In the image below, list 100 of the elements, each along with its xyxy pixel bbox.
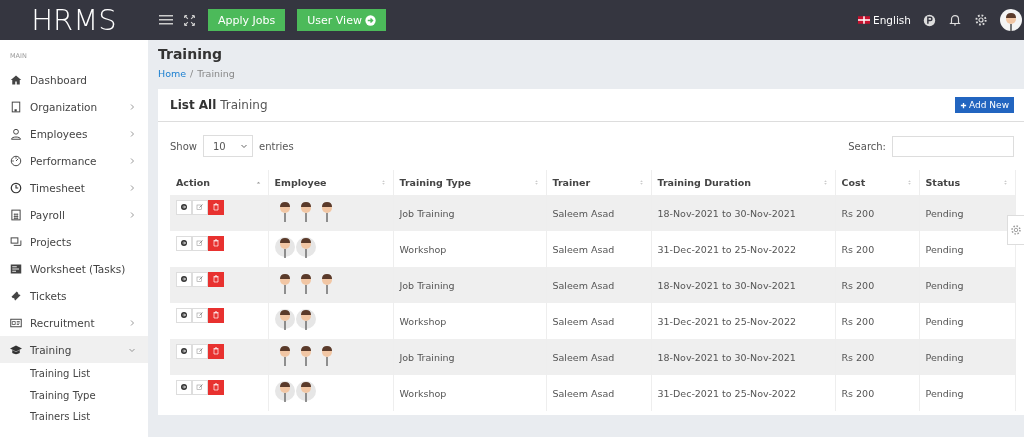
view-icon — [180, 203, 188, 211]
table-cell: Workshop — [399, 243, 447, 255]
table-cell: Rs 200 — [841, 387, 875, 399]
chevron-icon — [240, 142, 248, 150]
settings-tab[interactable] — [1007, 215, 1024, 245]
sidebar-item[interactable]: Payroll — [0, 201, 148, 228]
sidebar-item[interactable]: Performance — [0, 147, 148, 174]
table-cell: 18-Nov-2021 to 30-Nov-2021 — [657, 207, 796, 219]
delete-button[interactable] — [208, 307, 224, 323]
delete-button[interactable] — [208, 379, 224, 395]
delete-button[interactable] — [208, 199, 224, 215]
delete-button[interactable] — [208, 235, 224, 251]
sidebar-item[interactable]: Training — [0, 336, 148, 363]
table-cell: Rs 200 — [841, 243, 875, 255]
edit-icon — [196, 347, 204, 355]
sidebar-item[interactable]: Timesheet — [0, 174, 148, 201]
table-cell: 31-Dec-2021 to 25-Nov-2022 — [657, 315, 796, 327]
table-cell: 18-Nov-2021 to 30-Nov-2021 — [657, 351, 796, 363]
home-icon — [10, 73, 22, 86]
avatar-icon — [295, 307, 316, 331]
view-button[interactable] — [176, 307, 192, 323]
sidebar-item[interactable]: Projects — [0, 228, 148, 255]
trash-icon — [212, 383, 220, 391]
page-size-select[interactable]: 10 — [203, 135, 253, 157]
trash-icon — [212, 311, 220, 319]
view-button[interactable] — [176, 343, 192, 359]
bell-icon — [948, 13, 962, 27]
view-icon — [180, 347, 188, 355]
trash-icon — [212, 275, 220, 283]
breadcrumb-link[interactable]: Home — [158, 68, 187, 79]
add-new-button[interactable]: Add New — [955, 97, 1014, 113]
table-cell: Saleem Asad — [552, 279, 615, 291]
show-label: Show — [170, 140, 197, 152]
user-icon — [10, 127, 22, 140]
table-cell: Job Training — [399, 207, 455, 219]
building-icon — [10, 100, 22, 113]
sidebar-item[interactable]: Employees — [0, 120, 148, 147]
menu-icon — [158, 12, 174, 28]
settings-icon — [974, 13, 988, 27]
page-title: Training — [158, 46, 223, 62]
avatar-icon — [295, 379, 316, 403]
avatar-icon — [274, 307, 295, 331]
view-icon — [180, 239, 188, 247]
view-icon — [180, 275, 188, 283]
table-cell: Saleem Asad — [552, 315, 615, 327]
graduation-cap-icon — [10, 343, 22, 356]
sidebar-item[interactable]: Organization — [0, 93, 148, 120]
trash-icon — [212, 347, 220, 355]
view-button[interactable] — [176, 235, 192, 251]
sidebar-item[interactable]: Recruitment — [0, 309, 148, 336]
table-cell: Rs 200 — [841, 315, 875, 327]
edit-icon — [196, 311, 204, 319]
flag-icon — [858, 16, 871, 24]
edit-icon — [196, 275, 204, 283]
table-cell: 31-Dec-2021 to 25-Nov-2022 — [657, 243, 796, 255]
table-cell: Workshop — [399, 387, 447, 399]
clock-icon — [10, 181, 22, 194]
view-button[interactable] — [176, 379, 192, 395]
sidebar-item[interactable]: Worksheet (Tasks) — [0, 255, 148, 282]
submenu-item[interactable]: Training Type — [0, 384, 148, 406]
ticket-icon — [10, 289, 22, 302]
submenu-item[interactable]: Trainers List — [0, 406, 148, 428]
table-cell: Pending — [925, 315, 964, 327]
view-icon — [180, 383, 188, 391]
breadcrumb-separator: / — [190, 68, 194, 79]
avatar-icon — [1000, 9, 1022, 31]
sidebar-item[interactable]: Dashboard — [0, 66, 148, 93]
table-cell: Pending — [925, 243, 964, 255]
expand-icon — [183, 13, 196, 27]
calculator-icon — [10, 208, 22, 221]
view-button[interactable] — [176, 199, 192, 215]
coin-icon — [923, 13, 936, 27]
gauge-icon — [10, 154, 22, 167]
arrow-circle-icon — [364, 14, 376, 26]
table-cell: Workshop — [399, 315, 447, 327]
table-cell: Rs 200 — [841, 207, 875, 219]
view-button[interactable] — [176, 271, 192, 287]
submenu-item[interactable]: Training List — [0, 363, 148, 385]
table-cell: Saleem Asad — [552, 387, 615, 399]
delete-button[interactable] — [208, 343, 224, 359]
logo: HRMS — [30, 3, 118, 37]
card-title: List All Training — [170, 98, 268, 112]
search-field[interactable] — [892, 135, 1014, 157]
entries-label: entries — [259, 140, 294, 152]
trash-icon — [212, 239, 220, 247]
id-card-icon — [10, 316, 22, 329]
table-cell: 18-Nov-2021 to 30-Nov-2021 — [657, 279, 796, 291]
avatar-icon — [274, 235, 295, 259]
table-cell: Job Training — [399, 279, 455, 291]
table-cell: Pending — [925, 351, 964, 363]
table-cell: Saleem Asad — [552, 351, 615, 363]
search-label: Search: — [848, 140, 886, 152]
avatar-icon — [274, 379, 295, 403]
sidebar-item[interactable]: Tickets — [0, 282, 148, 309]
language-label: English — [873, 14, 911, 26]
edit-icon — [196, 383, 204, 391]
table-cell: Pending — [925, 387, 964, 399]
table-cell: Pending — [925, 279, 964, 291]
table-cell: 31-Dec-2021 to 25-Nov-2022 — [657, 387, 796, 399]
delete-button[interactable] — [208, 271, 224, 287]
